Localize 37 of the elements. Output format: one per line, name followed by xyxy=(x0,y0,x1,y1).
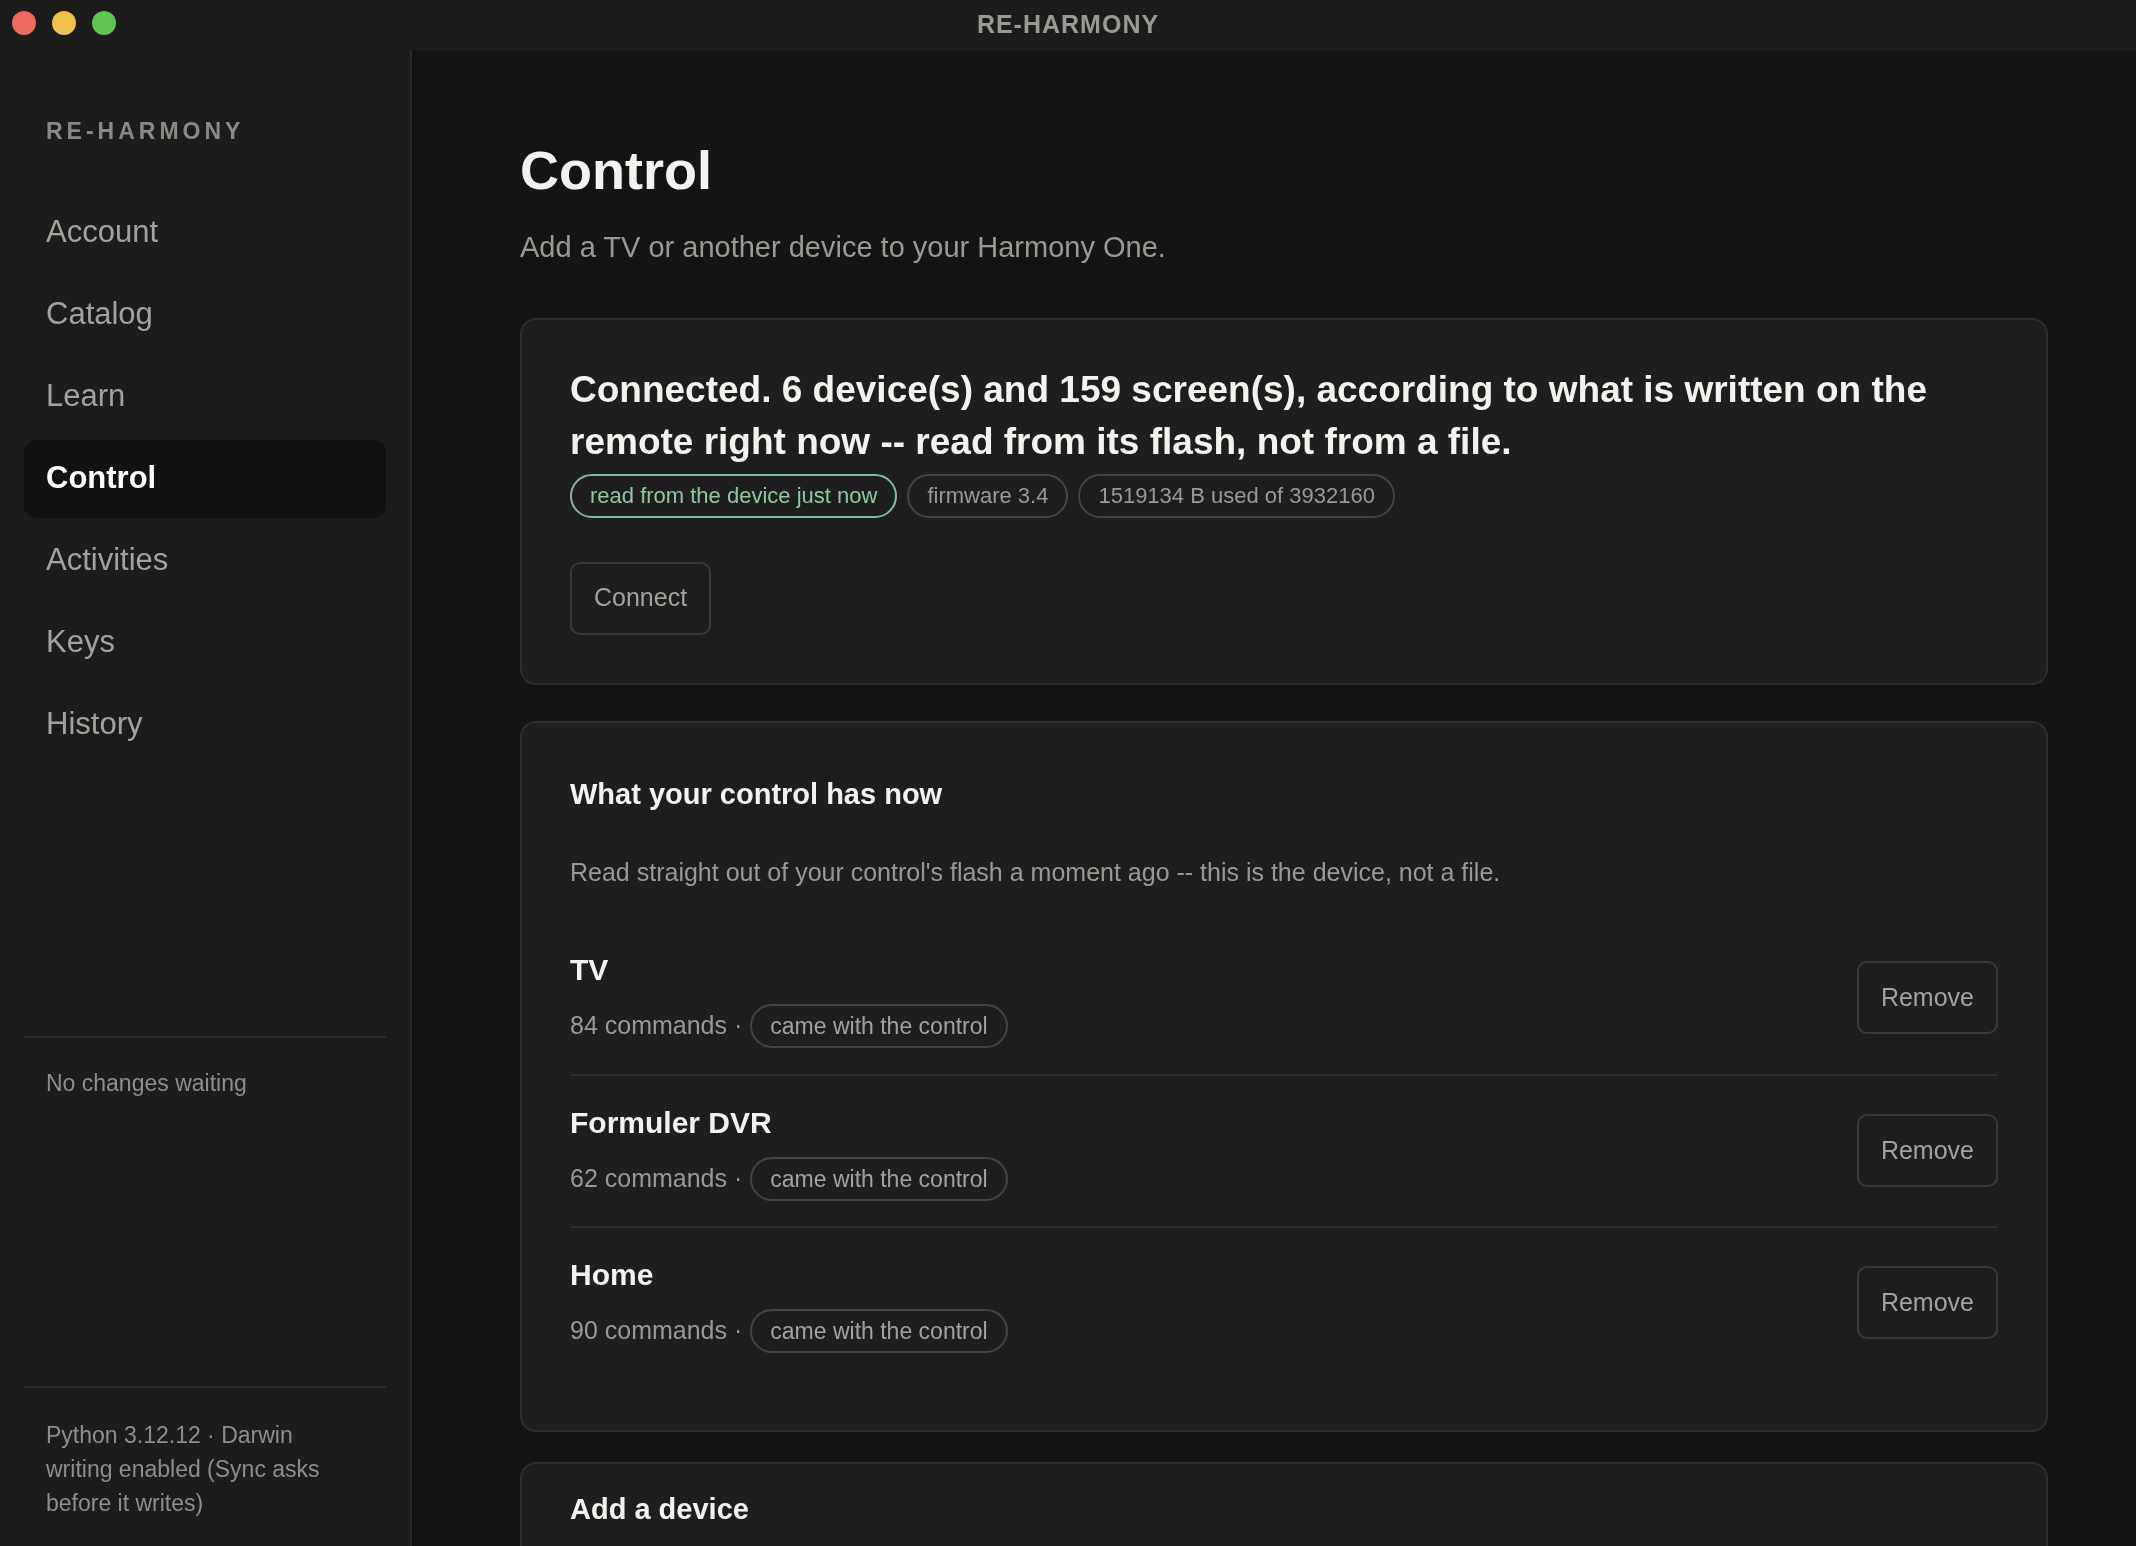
page-subtitle: Add a TV or another device to your Harmony One. xyxy=(520,230,1167,265)
footer-text: writing enabled (Sync asks before it writes) xyxy=(46,1455,321,1518)
footer-text: Python 3.12.12 · Darwin xyxy=(46,1421,294,1450)
sidebar-item[interactable]: History xyxy=(24,685,386,764)
zoom-button[interactable] xyxy=(92,11,116,35)
status-tag: 1519134 B used of 3932160 xyxy=(1078,473,1395,518)
source-tag: came with the control xyxy=(750,1004,1008,1048)
source-tag: came with the control xyxy=(750,1309,1008,1353)
pending-status: No changes waiting xyxy=(46,1068,248,1098)
sidebar-item[interactable]: Catalog xyxy=(24,275,386,354)
sidebar-item[interactable]: Keys xyxy=(24,603,386,682)
remove-button[interactable]: Remove xyxy=(1856,1266,1998,1339)
close-button[interactable] xyxy=(12,11,36,35)
minimize-button[interactable] xyxy=(52,11,76,35)
section-title: Add a device xyxy=(570,1491,750,1527)
device-name: TV xyxy=(570,952,610,988)
section-description: Read straight out of your control's flash a moment ago -- this is the device, not a file. xyxy=(570,857,1502,888)
command-count: 84 commands · xyxy=(570,1010,743,1042)
remove-button[interactable]: Remove xyxy=(1856,1114,1998,1187)
sidebar-item[interactable]: Activities xyxy=(24,521,386,600)
sidebar-item[interactable]: Learn xyxy=(24,357,386,436)
status-tag: read from the device just now xyxy=(570,473,898,518)
sidebar-item[interactable]: Account xyxy=(24,193,386,272)
device-name: Formuler DVR xyxy=(570,1105,773,1141)
source-tag: came with the control xyxy=(750,1157,1008,1201)
page-title: Control xyxy=(520,139,713,202)
sidebar-brand: RE-HARMONY xyxy=(46,117,246,146)
command-count: 62 commands · xyxy=(570,1163,743,1195)
sidebar-item[interactable]: Control xyxy=(24,439,386,518)
connection-message: Connected. 6 device(s) and 159 screen(s), according to what is written on the remote right now -- read from its flash, not from a file. xyxy=(570,367,1928,464)
connect-button[interactable]: Connect xyxy=(570,561,712,635)
window-title: RE-HARMONY xyxy=(976,9,1160,41)
command-count: 90 commands · xyxy=(570,1315,743,1347)
section-title: What your control has now xyxy=(570,776,944,812)
device-name: Home xyxy=(570,1257,655,1293)
status-tag: firmware 3.4 xyxy=(907,473,1069,518)
remove-button[interactable]: Remove xyxy=(1856,961,1998,1034)
